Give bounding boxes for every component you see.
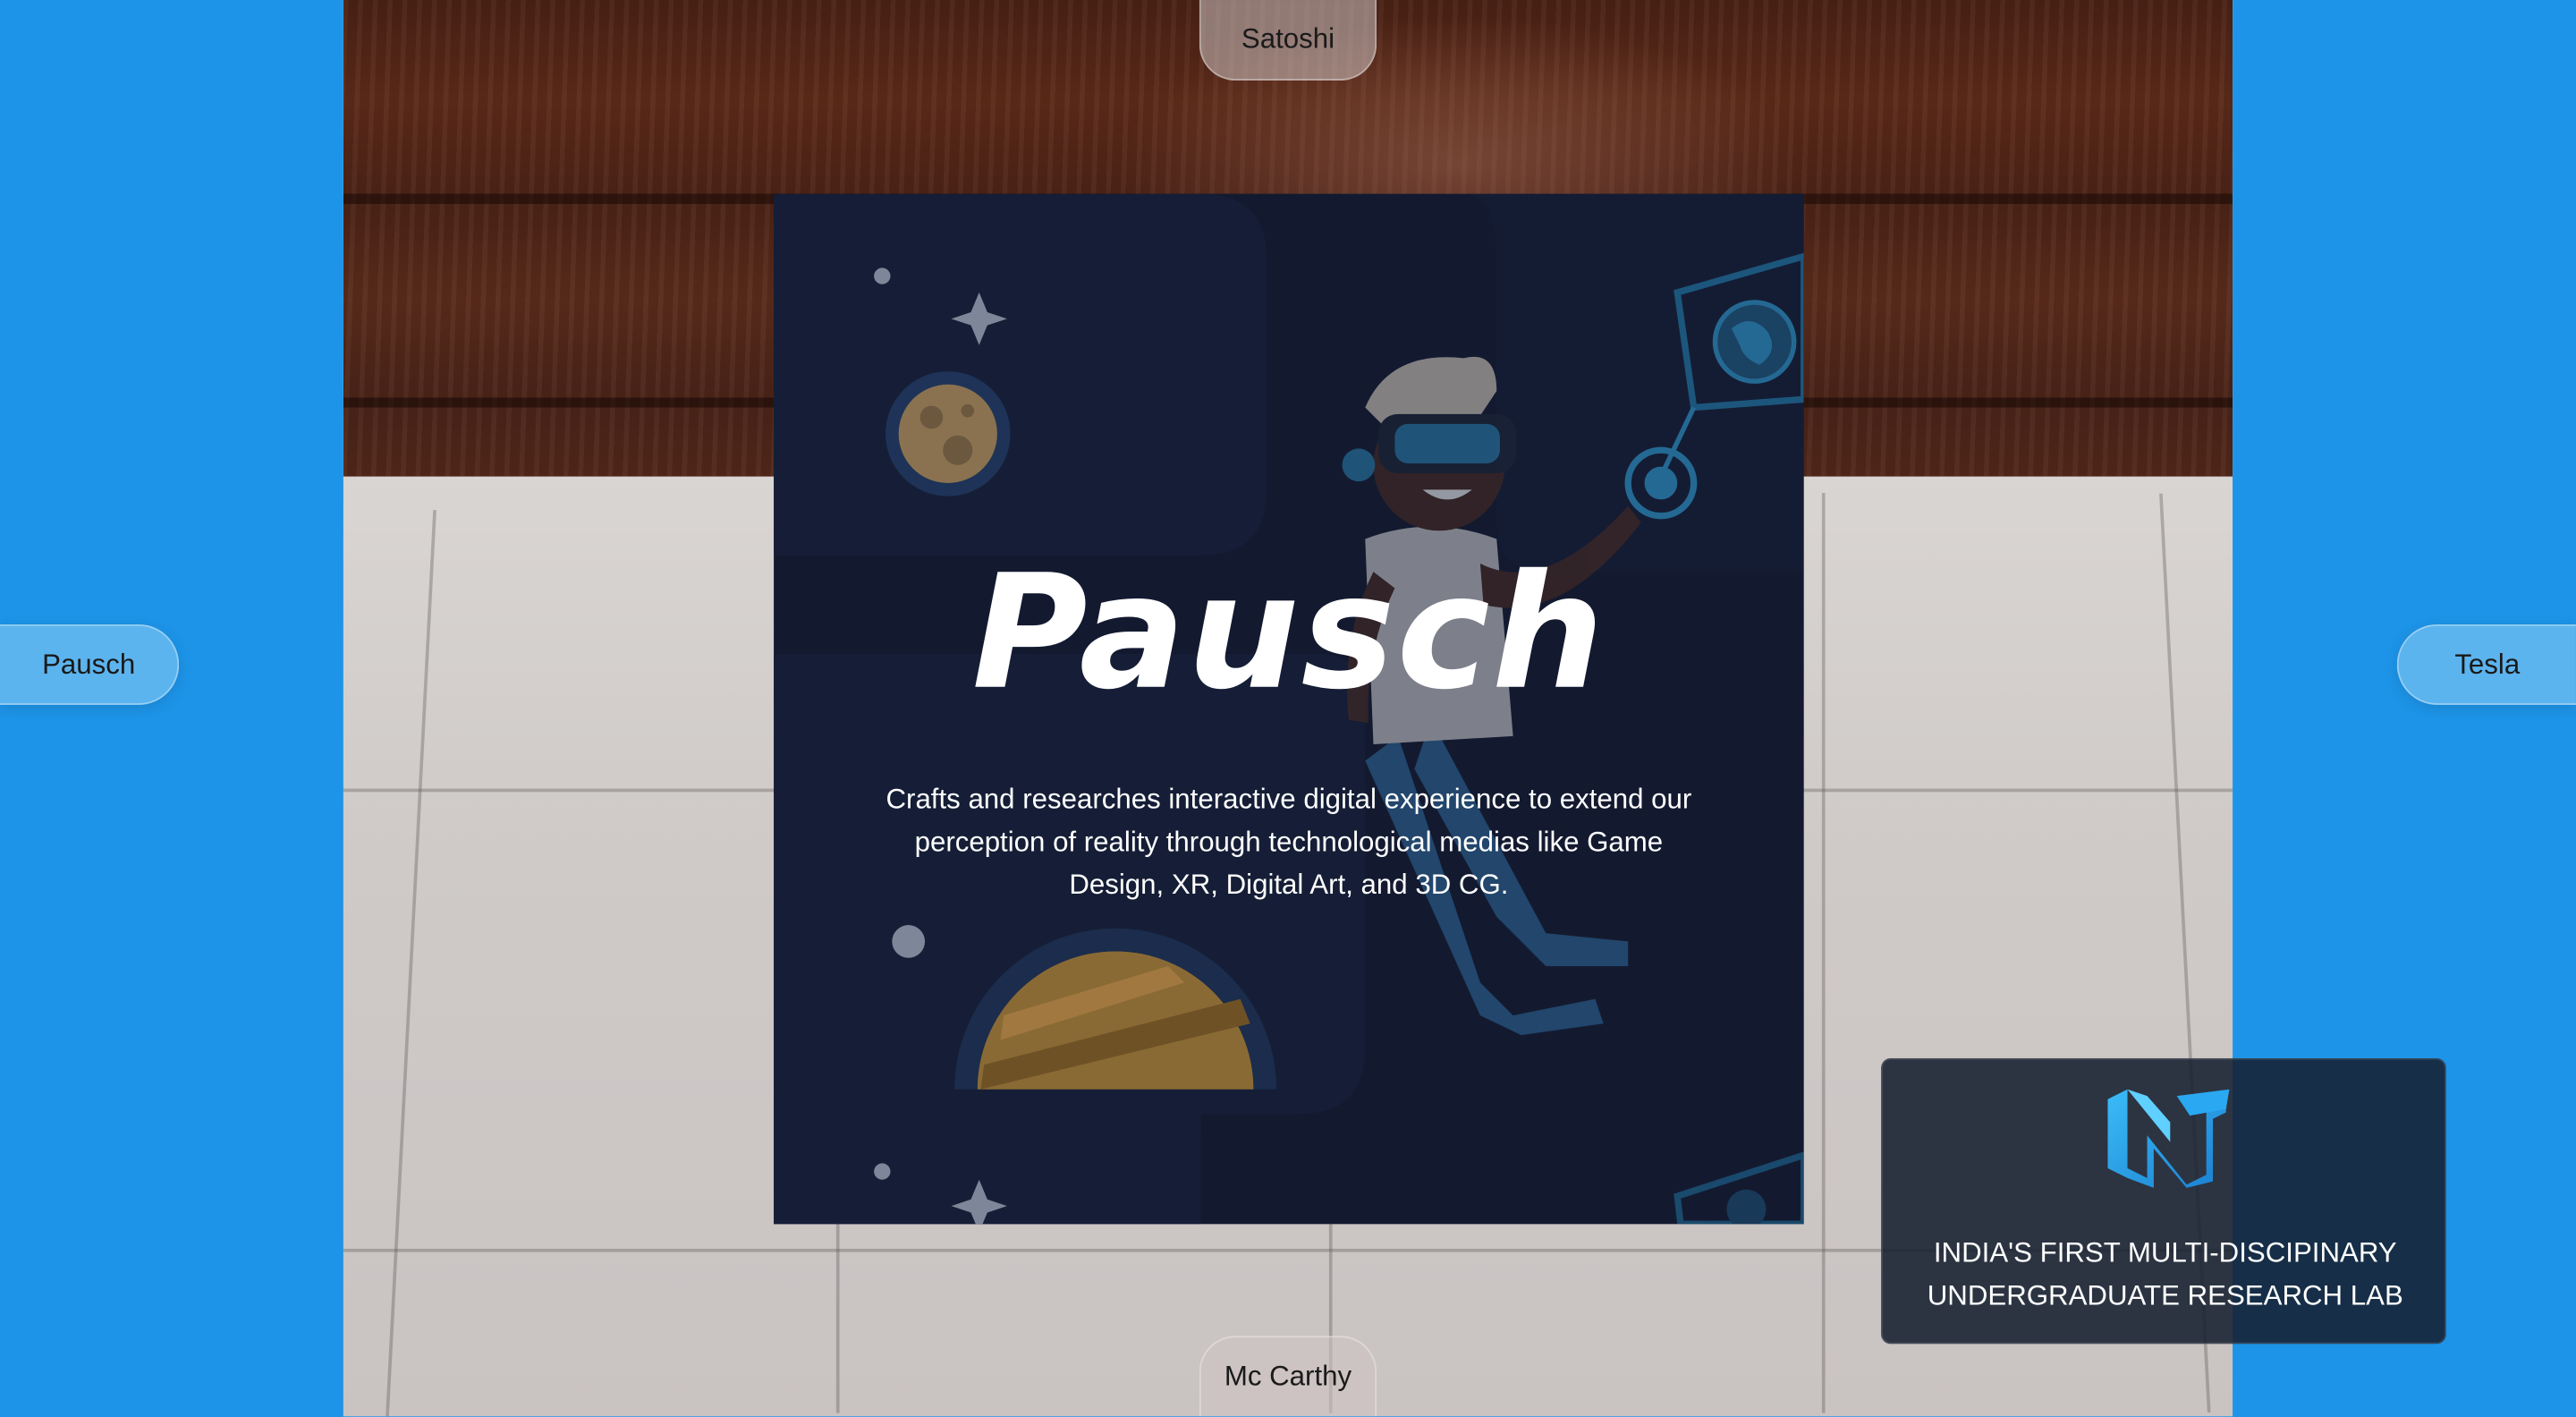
nav-tab-pausch[interactable]: Pausch <box>0 624 180 705</box>
nt-logo-icon <box>2107 1089 2230 1188</box>
lab-tagline: INDIA'S FIRST MULTI-DISCIPINARY UNDERGRA… <box>1883 1233 2448 1319</box>
nav-tab-label: Pausch <box>42 648 136 680</box>
lab-tagline-line1: INDIA'S FIRST MULTI-DISCIPINARY <box>1933 1237 2397 1269</box>
nav-tab-label: Satoshi <box>1241 22 1335 55</box>
card-description: Crafts and researches interactive digita… <box>886 784 1692 901</box>
nav-tab-tesla[interactable]: Tesla <box>2396 624 2576 705</box>
lab-info-panel: INDIA'S FIRST MULTI-DISCIPINARY UNDERGRA… <box>1881 1057 2448 1345</box>
nav-tab-label: Mc Carthy <box>1224 1360 1352 1392</box>
lab-card: Pausch Crafts and researches interactive… <box>774 193 1804 1225</box>
card-title: Pausch <box>971 540 1606 725</box>
lab-tagline-line2: UNDERGRADUATE RESEARCH LAB <box>1927 1279 2403 1311</box>
nav-tab-satoshi[interactable]: Satoshi <box>1199 0 1377 81</box>
nav-tab-label: Tesla <box>2454 648 2521 680</box>
nav-tab-mc-carthy[interactable]: Mc Carthy <box>1199 1336 1377 1417</box>
